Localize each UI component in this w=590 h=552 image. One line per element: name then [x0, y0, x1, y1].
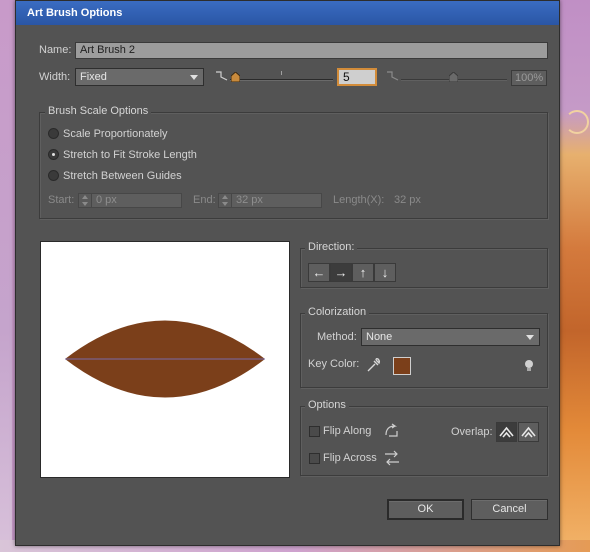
key-color-swatch[interactable] [393, 357, 411, 375]
dialog-title: Art Brush Options [16, 1, 559, 25]
colorization-group [300, 313, 548, 388]
width-label: Width: [39, 71, 71, 83]
background-curl [565, 110, 589, 134]
variation-slider-thumb[interactable] [449, 72, 458, 82]
arrow-up-icon[interactable]: ↑ [352, 263, 374, 282]
min-width-icon [216, 71, 228, 81]
name-label: Name: [39, 44, 72, 56]
width-mode-value: Fixed [80, 71, 107, 83]
method-select[interactable]: None [361, 328, 540, 346]
end-spinner[interactable]: 32 px [218, 193, 322, 208]
radio-stretch-to-fit[interactable] [48, 149, 59, 160]
brush-preview-canvas [65, 320, 265, 398]
variation-icon [387, 71, 399, 81]
chevron-down-icon [190, 75, 198, 80]
width-slider-thumb[interactable] [231, 72, 240, 82]
width-slider-track[interactable] [230, 79, 333, 81]
colorization-title: Colorization [305, 306, 370, 318]
start-spin-arrows-icon[interactable] [79, 194, 92, 207]
variation-percent-field[interactable]: 100% [511, 70, 547, 86]
eyedropper-icon[interactable] [365, 357, 381, 373]
brush-preview [40, 241, 290, 478]
background-right [560, 0, 590, 552]
direction-title: Direction: [305, 241, 358, 253]
length-value: 32 px [394, 194, 421, 206]
radio-scale-proportionately[interactable] [48, 128, 59, 139]
radio-stretch-between-guides[interactable] [48, 170, 59, 181]
chevron-down-icon [526, 335, 534, 340]
end-label: End: [193, 194, 216, 206]
stretch-between-guides-label[interactable]: Stretch Between Guides [63, 170, 182, 182]
flip-along-checkbox[interactable] [309, 426, 320, 437]
stretch-to-fit-label[interactable]: Stretch to Fit Stroke Length [63, 149, 197, 161]
method-label: Method: [317, 331, 357, 343]
key-color-label: Key Color: [308, 358, 360, 370]
overlap-label: Overlap: [451, 426, 493, 438]
length-label: Length(X): [333, 194, 385, 206]
end-value: 32 px [236, 194, 263, 206]
start-label: Start: [48, 194, 75, 206]
overlap-adjust-corners-icon[interactable] [496, 422, 517, 442]
cancel-button[interactable]: Cancel [471, 499, 548, 520]
art-brush-options-dialog: Art Brush Options Name: Art Brush 2 Widt… [15, 0, 560, 546]
scale-proportionately-label[interactable]: Scale Proportionately [63, 128, 168, 140]
overlap-no-adjust-icon[interactable] [518, 422, 539, 442]
ok-button[interactable]: OK [387, 499, 464, 520]
flip-across-label[interactable]: Flip Across [323, 452, 377, 464]
name-field[interactable]: Art Brush 2 [75, 42, 548, 59]
start-value: 0 px [96, 194, 117, 206]
background-left [0, 0, 12, 552]
arrow-right-icon[interactable]: → [330, 263, 352, 282]
flip-across-icon [385, 450, 399, 466]
arrow-down-icon[interactable]: ↓ [374, 263, 396, 282]
flip-along-label[interactable]: Flip Along [323, 425, 371, 437]
method-value: None [366, 331, 393, 343]
flip-along-icon [385, 423, 398, 437]
end-spin-arrows-icon[interactable] [219, 194, 232, 207]
brush-scale-options-title: Brush Scale Options [45, 105, 152, 117]
width-value-field[interactable]: 5 [337, 68, 377, 86]
width-slider-tick [281, 71, 282, 75]
start-spinner[interactable]: 0 px [78, 193, 182, 208]
tips-lightbulb-icon[interactable] [524, 359, 534, 373]
arrow-left-icon[interactable]: ← [308, 263, 330, 282]
flip-across-checkbox[interactable] [309, 453, 320, 464]
width-mode-select[interactable]: Fixed [75, 68, 204, 86]
options-title: Options [305, 399, 349, 411]
